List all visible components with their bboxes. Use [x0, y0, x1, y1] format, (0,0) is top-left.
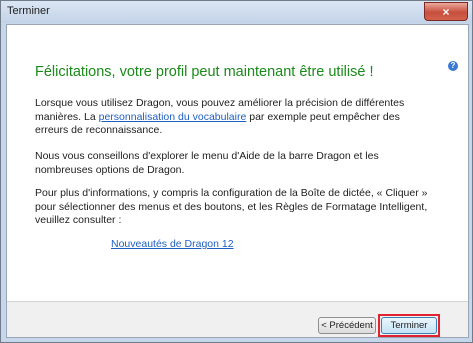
- title-bar[interactable]: Terminer ×: [1, 1, 472, 23]
- finish-button-highlight: [378, 314, 440, 337]
- close-icon: ×: [442, 4, 450, 19]
- content-panel: ? Félicitations, votre profil peut maint…: [7, 25, 468, 301]
- dialog-client-area: ? Félicitations, votre profil peut maint…: [6, 24, 469, 338]
- close-button[interactable]: ×: [424, 2, 468, 21]
- dialog-window: Terminer × ? Félicitations, votre profil…: [0, 0, 473, 343]
- page-title: Félicitations, votre profil peut mainten…: [35, 64, 374, 80]
- whats-new-dragon-link[interactable]: Nouveautés de Dragon 12: [111, 238, 234, 250]
- help-icon[interactable]: ?: [448, 61, 458, 71]
- paragraph-accuracy: Lorsque vous utilisez Dragon, vous pouve…: [35, 97, 435, 138]
- paragraph-more-info: Pour plus d'informations, y compris la c…: [35, 187, 428, 226]
- previous-button[interactable]: < Précédent: [318, 317, 376, 334]
- separator: [7, 301, 468, 302]
- paragraph-help-menu: Nous vous conseillons d'explorer le menu…: [35, 150, 379, 176]
- window-title: Terminer: [7, 5, 50, 17]
- vocabulary-customization-link[interactable]: personnalisation du vocabulaire: [99, 111, 247, 123]
